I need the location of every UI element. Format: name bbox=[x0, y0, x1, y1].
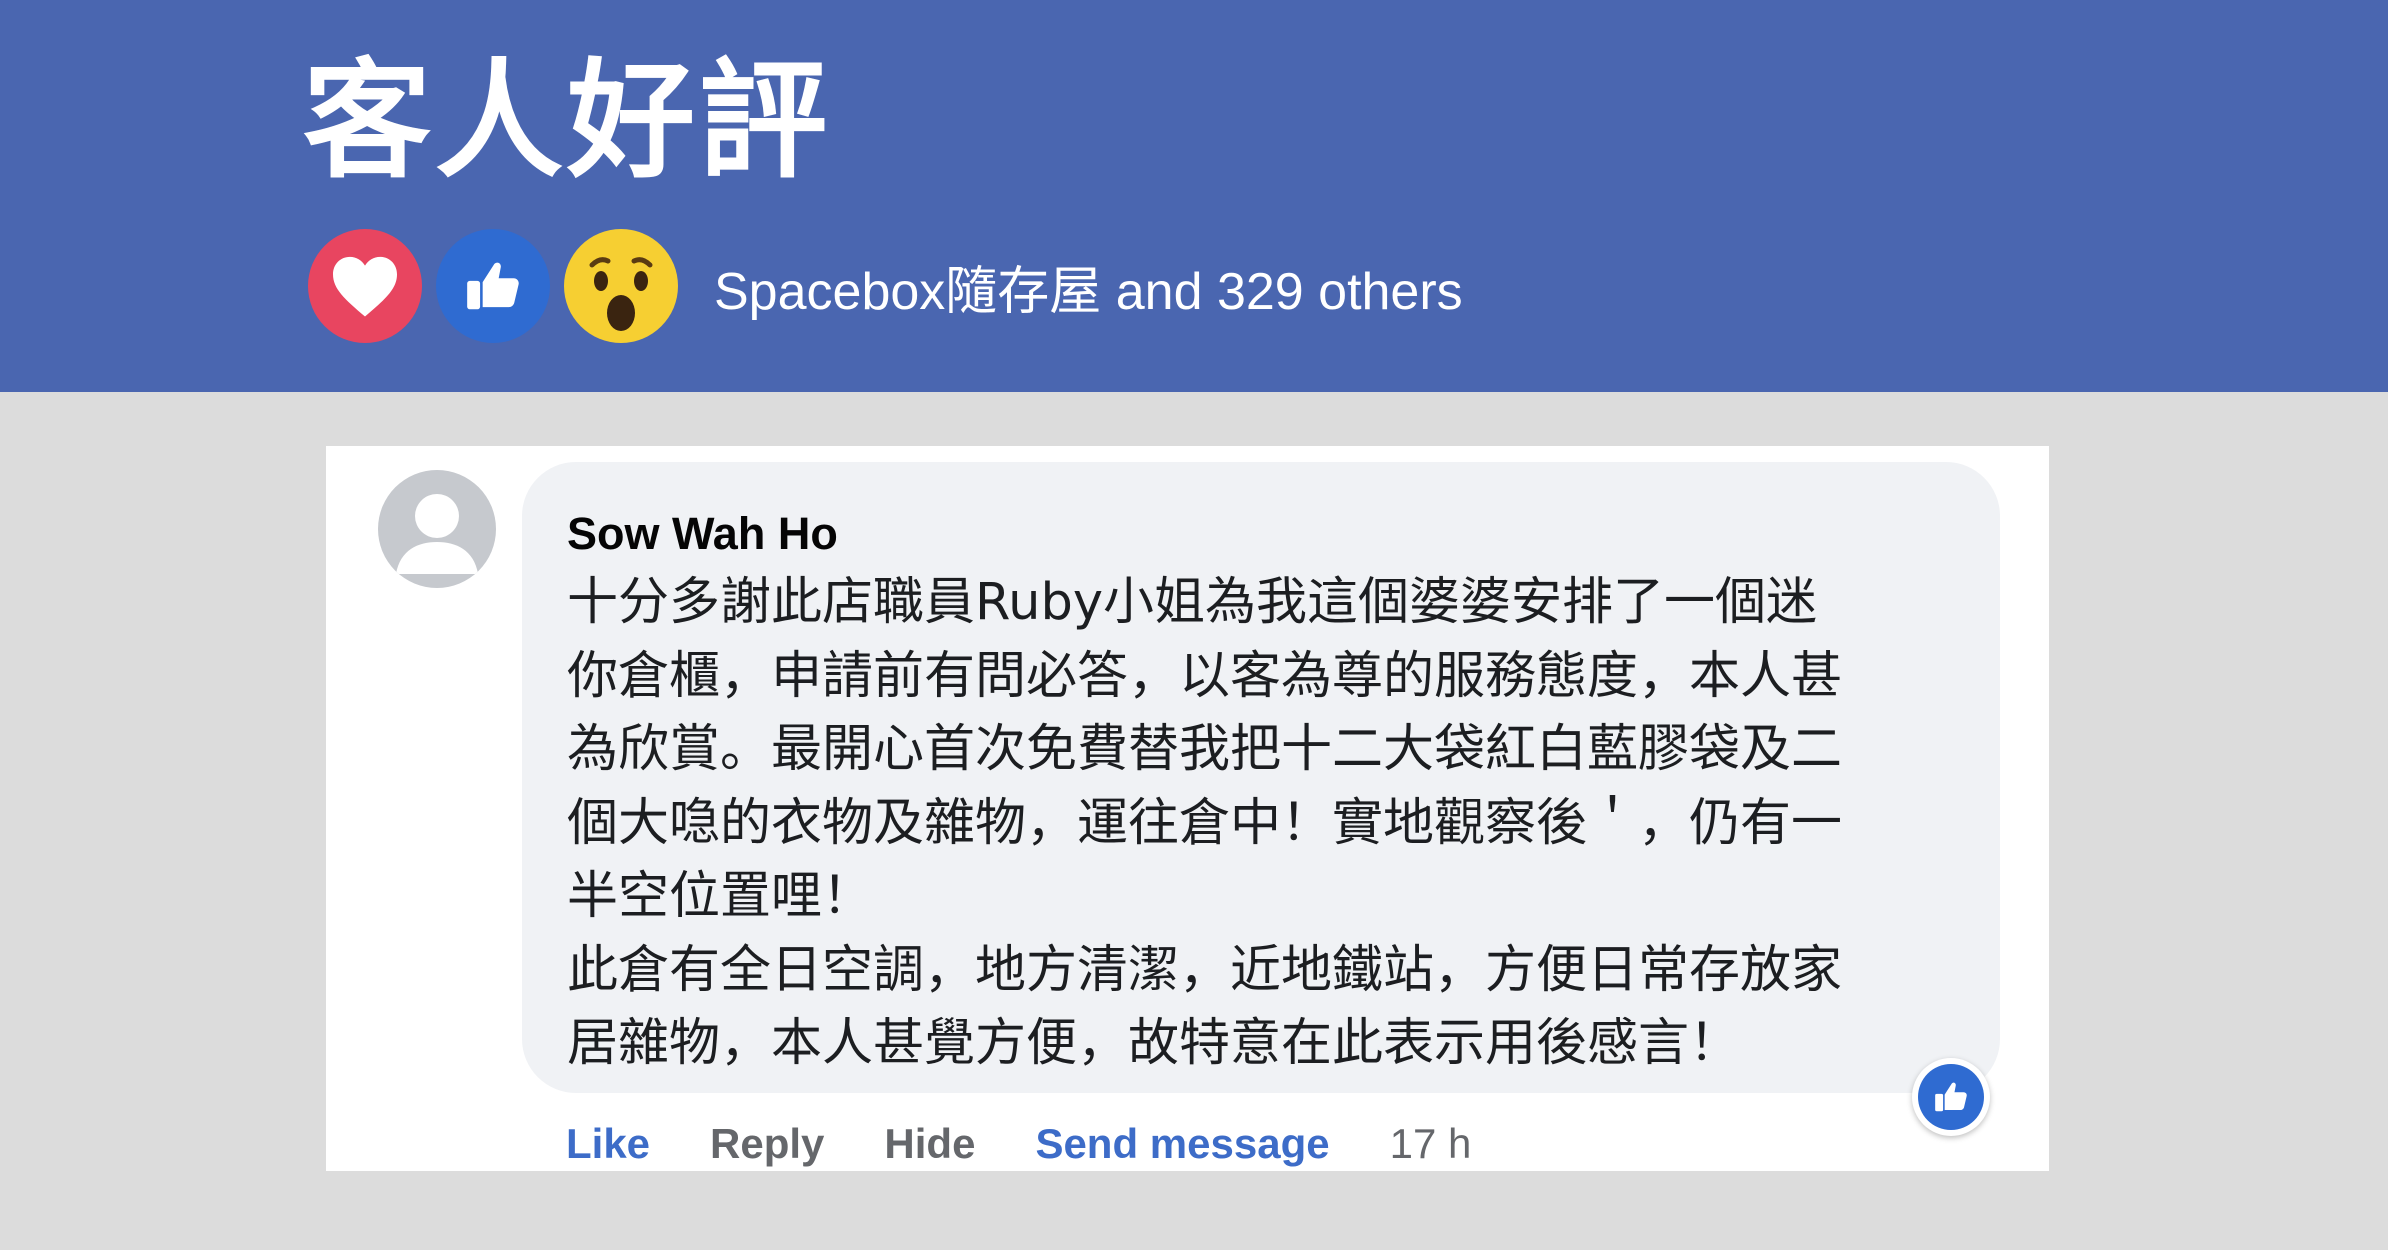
comment-line: 十分多謝此店職員Ruby小姐為我這個婆婆安排了一個迷 bbox=[567, 573, 1818, 632]
comment-text: 十分多謝此店職員Ruby小姐為我這個婆婆安排了一個迷 你倉櫃，申請前有問必答，以… bbox=[567, 566, 1977, 1081]
comment-timestamp[interactable]: 17 h bbox=[1390, 1120, 1472, 1168]
like-button[interactable]: Like bbox=[566, 1120, 650, 1168]
comment-line: 為欣賞。最開心首次免費替我把十二大袋紅白藍膠袋及二 bbox=[567, 720, 1843, 779]
comment-author[interactable]: Sow Wah Ho bbox=[567, 508, 838, 560]
comment-line: 個大喼的衣物及雜物，運往倉中！實地觀察後＇，仍有一 bbox=[567, 793, 1843, 853]
comment-line: 你倉櫃，申請前有問必答，以客為尊的服務態度，本人甚 bbox=[567, 646, 1843, 706]
comment-line: 居雜物，本人甚覺方便，故特意在此表示用後感言！ bbox=[567, 1014, 1741, 1073]
reaction-summary[interactable]: Spacebox隨存屋 and 329 others bbox=[308, 228, 1463, 344]
page-title: 客人好評 bbox=[303, 47, 832, 196]
reply-button[interactable]: Reply bbox=[710, 1120, 824, 1168]
hide-button[interactable]: Hide bbox=[884, 1120, 975, 1168]
thumbs-up-icon bbox=[1918, 1064, 1984, 1130]
header-banner: 客人好評 Spacebox隨存屋 and 329 others bbox=[0, 0, 2388, 392]
reaction-count-text[interactable]: Spacebox隨存屋 and 329 others bbox=[714, 249, 1463, 324]
wow-face-icon bbox=[564, 229, 678, 343]
comment-line: 此倉有全日空調，地方清潔，近地鐵站，方便日常存放家 bbox=[567, 940, 1843, 1000]
send-message-button[interactable]: Send message bbox=[1035, 1120, 1329, 1168]
heart-icon bbox=[308, 229, 422, 343]
comment-actions: Like Reply Hide Send message 17 h bbox=[566, 1104, 1531, 1184]
comment-line: 半空位置哩！ bbox=[567, 867, 874, 926]
comment-like-badge[interactable] bbox=[1912, 1058, 1990, 1136]
avatar[interactable] bbox=[378, 470, 496, 588]
comment-card: Sow Wah Ho 十分多謝此店職員Ruby小姐為我這個婆婆安排了一個迷 你倉… bbox=[326, 446, 2049, 1171]
thumbs-up-icon bbox=[436, 229, 550, 343]
comment-bubble: Sow Wah Ho 十分多謝此店職員Ruby小姐為我這個婆婆安排了一個迷 你倉… bbox=[522, 462, 2000, 1093]
